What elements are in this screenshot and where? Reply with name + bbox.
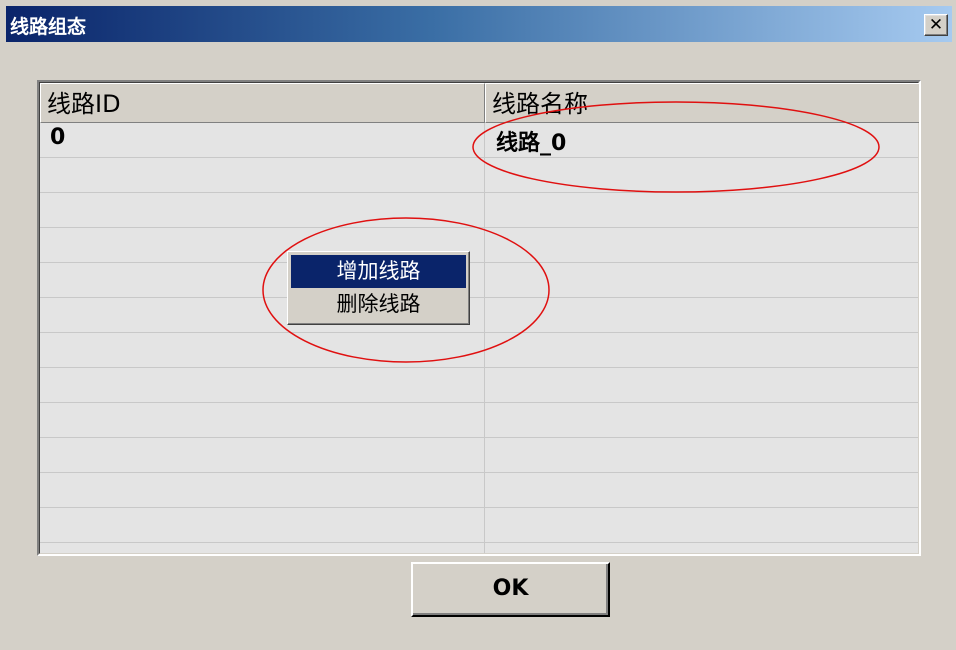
list-rows[interactable]: 0 线路_0 [40, 123, 918, 553]
list-frame: 线路ID 线路名称 0 线路_0 [39, 82, 919, 554]
title-bar[interactable]: 线路组态 ✕ [6, 6, 952, 42]
ok-button[interactable]: OK [411, 562, 610, 617]
line-list-view[interactable]: 线路ID 线路名称 0 线路_0 [37, 80, 921, 556]
row-0-name[interactable]: 线路_0 [496, 125, 566, 157]
row-0-id[interactable]: 0 [50, 125, 65, 150]
close-icon[interactable]: ✕ [924, 14, 948, 36]
column-header-line-id[interactable]: 线路ID [40, 83, 485, 123]
window-title: 线路组态 [10, 16, 87, 38]
column-divider [484, 123, 485, 553]
menu-item-add-line[interactable]: 增加线路 [291, 255, 466, 288]
column-header-line-name[interactable]: 线路名称 [485, 83, 919, 123]
menu-item-delete-line[interactable]: 删除线路 [291, 288, 466, 321]
list-header: 线路ID 线路名称 [40, 83, 919, 123]
context-menu: 增加线路 删除线路 [287, 251, 470, 325]
